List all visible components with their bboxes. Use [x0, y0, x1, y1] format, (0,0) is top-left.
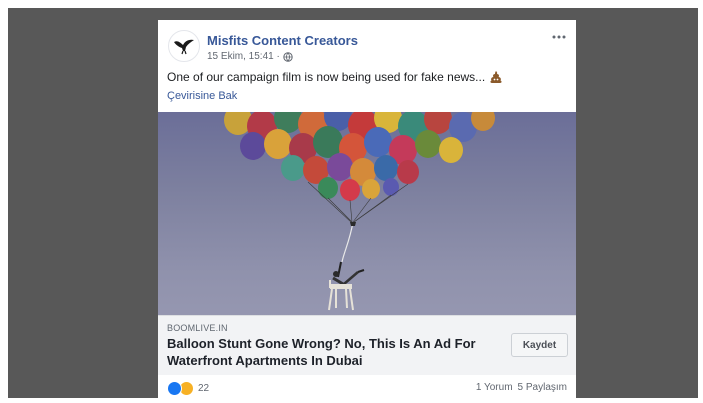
ellipsis-icon[interactable]: [550, 32, 568, 42]
reaction-count: 22: [198, 383, 210, 394]
poop-emoji-icon: [490, 71, 502, 83]
post-meta: 15 Ekim, 15:41 ·: [207, 51, 293, 62]
comments-count[interactable]: 1 Yorum: [476, 382, 513, 393]
rope: [341, 221, 354, 263]
shares-count[interactable]: 5 Paylaşım: [518, 382, 567, 393]
save-button[interactable]: Kaydet: [511, 333, 568, 357]
post-text-content: One of our campaign film is now being us…: [167, 70, 486, 84]
balloon-cluster: [224, 112, 495, 201]
link-preview[interactable]: BOOMLIVE.IN Balloon Stunt Gone Wrong? No…: [158, 315, 576, 375]
globe-icon: [283, 51, 293, 62]
page-avatar[interactable]: [168, 30, 200, 62]
link-title[interactable]: Balloon Stunt Gone Wrong? No, This Is An…: [167, 335, 497, 369]
page-name-link[interactable]: Misfits Content Creators: [207, 33, 358, 48]
link-domain: BOOMLIVE.IN: [167, 323, 228, 333]
post-footer: 22 1 Yorum 5 Paylaşım: [158, 375, 576, 401]
engagement-counts: 1 Yorum 5 Paylaşım: [476, 382, 567, 393]
person-on-chair: [328, 261, 365, 311]
see-translation-link[interactable]: Çevirisine Bak: [167, 90, 237, 102]
post-timestamp[interactable]: 15 Ekim, 15:41 ·: [207, 51, 280, 62]
post-header: Misfits Content Creators 15 Ekim, 15:41 …: [158, 20, 576, 112]
post-text: One of our campaign film is now being us…: [167, 70, 503, 84]
balloon-chair-illustration: [224, 112, 495, 311]
facebook-post-card: Misfits Content Creators 15 Ekim, 15:41 …: [158, 20, 576, 401]
like-icon: [167, 381, 182, 396]
reactions-summary[interactable]: 22: [167, 381, 209, 396]
post-image-balloons[interactable]: [158, 112, 576, 334]
strap-clip: [350, 222, 356, 226]
bird-logo-icon: [174, 39, 194, 55]
screenshot-canvas: Misfits Content Creators 15 Ekim, 15:41 …: [0, 0, 703, 403]
